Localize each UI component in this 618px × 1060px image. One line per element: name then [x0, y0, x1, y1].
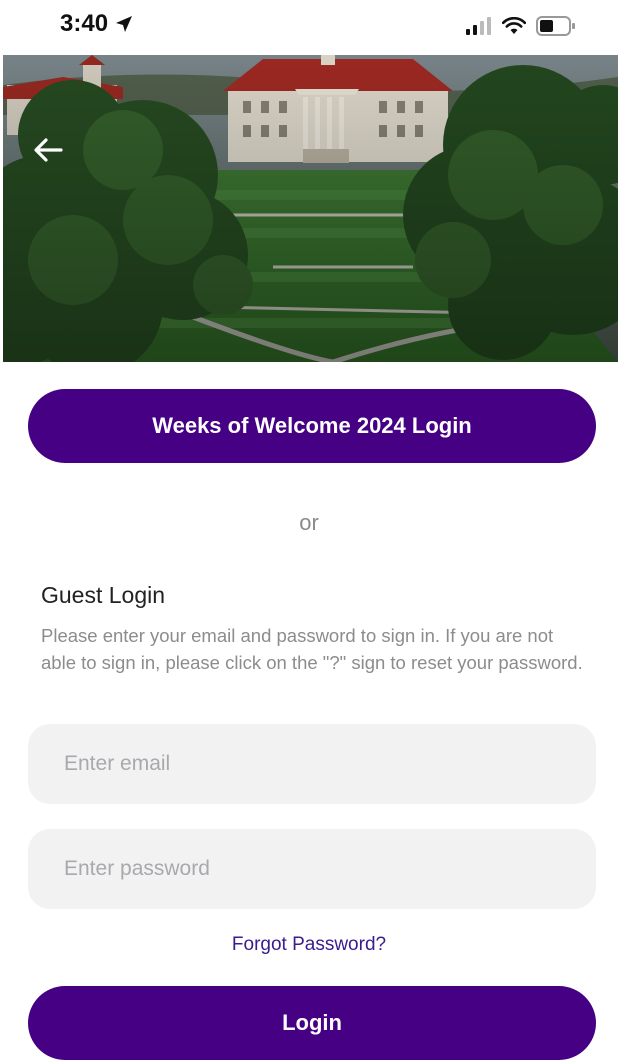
campus-photo — [3, 55, 618, 362]
status-icons — [466, 16, 576, 36]
guest-login-title: Guest Login — [41, 582, 166, 608]
or-divider: or — [299, 510, 319, 535]
status-time-text: 3:40 — [60, 10, 109, 37]
location-arrow-icon — [116, 16, 133, 32]
cellular-signal-icon — [466, 17, 491, 35]
sso-login-label: Weeks of Welcome 2024 Login — [152, 413, 472, 438]
login-button[interactable]: Login — [28, 986, 596, 1060]
status-time: 3:40 — [60, 10, 134, 38]
forgot-password-link[interactable]: Forgot Password? — [0, 934, 618, 956]
wifi-icon — [502, 17, 526, 34]
guest-login-description: Please enter your email and password to … — [41, 625, 583, 673]
arrow-left-icon — [34, 138, 63, 162]
email-input[interactable] — [28, 724, 596, 804]
back-button[interactable] — [28, 130, 68, 170]
hero-image — [3, 55, 618, 362]
login-button-label: Login — [282, 1010, 342, 1035]
password-input[interactable] — [28, 829, 596, 909]
sso-login-button[interactable]: Weeks of Welcome 2024 Login — [28, 389, 596, 463]
status-bar: 3:40 — [0, 0, 618, 52]
battery-icon — [536, 16, 575, 36]
